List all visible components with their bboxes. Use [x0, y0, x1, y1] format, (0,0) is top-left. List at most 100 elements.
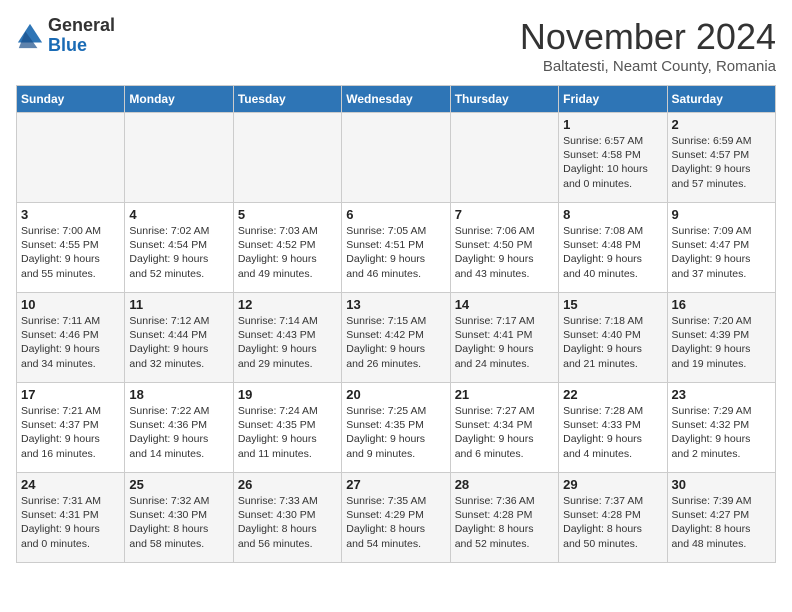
day-info: Sunrise: 7:22 AM Sunset: 4:36 PM Dayligh… [129, 404, 228, 461]
day-number: 28 [455, 477, 554, 492]
calendar-cell: 26 Sunrise: 7:33 AM Sunset: 4:30 PM Dayli… [233, 473, 341, 563]
calendar-cell: 10Sunrise: 7:11 AM Sunset: 4:46 PM Dayli… [17, 293, 125, 383]
page-header: General Blue November 2024 Baltatesti, N… [16, 16, 776, 75]
day-info: Sunrise: 6:57 AM Sunset: 4:58 PM Dayligh… [563, 134, 662, 191]
calendar-cell: 17 Sunrise: 7:21 AM Sunset: 4:37 PM Dayli… [17, 383, 125, 473]
calendar-cell: 4 Sunrise: 7:02 AM Sunset: 4:54 PM Daylig… [125, 203, 233, 293]
title-block: November 2024 Baltatesti, Neamt County, … [520, 16, 776, 75]
calendar-cell [17, 113, 125, 203]
day-info: Sunrise: 7:14 AM Sunset: 4:43 PM Dayligh… [238, 314, 337, 371]
calendar-week-3: 10Sunrise: 7:11 AM Sunset: 4:46 PM Dayli… [17, 293, 776, 383]
day-info: Sunrise: 7:37 AM Sunset: 4:28 PM Dayligh… [563, 494, 662, 551]
day-number: 6 [346, 207, 445, 222]
day-info: Sunrise: 7:17 AM Sunset: 4:41 PM Dayligh… [455, 314, 554, 371]
day-info: Sunrise: 7:06 AM Sunset: 4:50 PM Dayligh… [455, 224, 554, 281]
weekday-header-tuesday: Tuesday [233, 86, 341, 113]
day-info: Sunrise: 7:27 AM Sunset: 4:34 PM Dayligh… [455, 404, 554, 461]
day-number: 11 [129, 297, 228, 312]
calendar-cell: 16Sunrise: 7:20 AM Sunset: 4:39 PM Dayli… [667, 293, 775, 383]
day-number: 10 [21, 297, 120, 312]
calendar-cell: 25 Sunrise: 7:32 AM Sunset: 4:30 PM Dayli… [125, 473, 233, 563]
day-info: Sunrise: 7:25 AM Sunset: 4:35 PM Dayligh… [346, 404, 445, 461]
logo-icon [16, 22, 44, 50]
day-info: Sunrise: 7:21 AM Sunset: 4:37 PM Dayligh… [21, 404, 120, 461]
day-number: 14 [455, 297, 554, 312]
day-number: 5 [238, 207, 337, 222]
day-info: Sunrise: 7:03 AM Sunset: 4:52 PM Dayligh… [238, 224, 337, 281]
calendar-cell: 12 Sunrise: 7:14 AM Sunset: 4:43 PM Dayli… [233, 293, 341, 383]
calendar-header: SundayMondayTuesdayWednesdayThursdayFrid… [17, 86, 776, 113]
day-info: Sunrise: 6:59 AM Sunset: 4:57 PM Dayligh… [672, 134, 771, 191]
day-number: 26 [238, 477, 337, 492]
calendar-body: 1 Sunrise: 6:57 AM Sunset: 4:58 PM Daylig… [17, 113, 776, 563]
calendar-cell: 29 Sunrise: 7:37 AM Sunset: 4:28 PM Dayli… [559, 473, 667, 563]
day-number: 25 [129, 477, 228, 492]
day-number: 13 [346, 297, 445, 312]
day-info: Sunrise: 7:12 AM Sunset: 4:44 PM Dayligh… [129, 314, 228, 371]
day-info: Sunrise: 7:15 AM Sunset: 4:42 PM Dayligh… [346, 314, 445, 371]
day-number: 27 [346, 477, 445, 492]
calendar-cell: 7Sunrise: 7:06 AM Sunset: 4:50 PM Daylig… [450, 203, 558, 293]
calendar-table: SundayMondayTuesdayWednesdayThursdayFrid… [16, 85, 776, 563]
location: Baltatesti, Neamt County, Romania [520, 58, 776, 75]
day-number: 3 [21, 207, 120, 222]
day-number: 1 [563, 117, 662, 132]
month-title: November 2024 [520, 16, 776, 58]
calendar-cell: 6Sunrise: 7:05 AM Sunset: 4:51 PM Daylig… [342, 203, 450, 293]
calendar-cell: 8 Sunrise: 7:08 AM Sunset: 4:48 PM Daylig… [559, 203, 667, 293]
calendar-cell: 3 Sunrise: 7:00 AM Sunset: 4:55 PM Daylig… [17, 203, 125, 293]
weekday-row: SundayMondayTuesdayWednesdayThursdayFrid… [17, 86, 776, 113]
weekday-header-friday: Friday [559, 86, 667, 113]
day-number: 22 [563, 387, 662, 402]
day-number: 8 [563, 207, 662, 222]
calendar-week-5: 24 Sunrise: 7:31 AM Sunset: 4:31 PM Dayli… [17, 473, 776, 563]
calendar-cell [450, 113, 558, 203]
calendar-cell: 21 Sunrise: 7:27 AM Sunset: 4:34 PM Dayli… [450, 383, 558, 473]
weekday-header-saturday: Saturday [667, 86, 775, 113]
day-number: 29 [563, 477, 662, 492]
day-info: Sunrise: 7:36 AM Sunset: 4:28 PM Dayligh… [455, 494, 554, 551]
calendar-cell: 1 Sunrise: 6:57 AM Sunset: 4:58 PM Daylig… [559, 113, 667, 203]
calendar-cell: 28 Sunrise: 7:36 AM Sunset: 4:28 PM Dayli… [450, 473, 558, 563]
day-number: 17 [21, 387, 120, 402]
day-info: Sunrise: 7:08 AM Sunset: 4:48 PM Dayligh… [563, 224, 662, 281]
day-info: Sunrise: 7:00 AM Sunset: 4:55 PM Dayligh… [21, 224, 120, 281]
calendar-cell: 22 Sunrise: 7:28 AM Sunset: 4:33 PM Dayli… [559, 383, 667, 473]
logo: General Blue [16, 16, 115, 56]
day-info: Sunrise: 7:28 AM Sunset: 4:33 PM Dayligh… [563, 404, 662, 461]
day-number: 2 [672, 117, 771, 132]
day-info: Sunrise: 7:09 AM Sunset: 4:47 PM Dayligh… [672, 224, 771, 281]
day-number: 4 [129, 207, 228, 222]
calendar-cell: 14 Sunrise: 7:17 AM Sunset: 4:41 PM Dayli… [450, 293, 558, 383]
calendar-cell: 11 Sunrise: 7:12 AM Sunset: 4:44 PM Dayli… [125, 293, 233, 383]
weekday-header-monday: Monday [125, 86, 233, 113]
calendar-cell: 24 Sunrise: 7:31 AM Sunset: 4:31 PM Dayli… [17, 473, 125, 563]
calendar-cell [125, 113, 233, 203]
calendar-cell: 2 Sunrise: 6:59 AM Sunset: 4:57 PM Daylig… [667, 113, 775, 203]
calendar-cell [233, 113, 341, 203]
calendar-cell: 19Sunrise: 7:24 AM Sunset: 4:35 PM Dayli… [233, 383, 341, 473]
day-number: 24 [21, 477, 120, 492]
calendar-cell: 18Sunrise: 7:22 AM Sunset: 4:36 PM Dayli… [125, 383, 233, 473]
day-info: Sunrise: 7:31 AM Sunset: 4:31 PM Dayligh… [21, 494, 120, 551]
day-info: Sunrise: 7:18 AM Sunset: 4:40 PM Dayligh… [563, 314, 662, 371]
calendar-week-4: 17 Sunrise: 7:21 AM Sunset: 4:37 PM Dayli… [17, 383, 776, 473]
day-info: Sunrise: 7:02 AM Sunset: 4:54 PM Dayligh… [129, 224, 228, 281]
calendar-week-1: 1 Sunrise: 6:57 AM Sunset: 4:58 PM Daylig… [17, 113, 776, 203]
day-number: 12 [238, 297, 337, 312]
weekday-header-sunday: Sunday [17, 86, 125, 113]
day-number: 15 [563, 297, 662, 312]
day-number: 21 [455, 387, 554, 402]
day-info: Sunrise: 7:33 AM Sunset: 4:30 PM Dayligh… [238, 494, 337, 551]
calendar-cell: 20 Sunrise: 7:25 AM Sunset: 4:35 PM Dayli… [342, 383, 450, 473]
day-number: 30 [672, 477, 771, 492]
day-info: Sunrise: 7:29 AM Sunset: 4:32 PM Dayligh… [672, 404, 771, 461]
calendar-cell: 23Sunrise: 7:29 AM Sunset: 4:32 PM Dayli… [667, 383, 775, 473]
day-info: Sunrise: 7:32 AM Sunset: 4:30 PM Dayligh… [129, 494, 228, 551]
calendar-cell: 30Sunrise: 7:39 AM Sunset: 4:27 PM Dayli… [667, 473, 775, 563]
weekday-header-thursday: Thursday [450, 86, 558, 113]
calendar-week-2: 3 Sunrise: 7:00 AM Sunset: 4:55 PM Daylig… [17, 203, 776, 293]
logo-text: General Blue [48, 16, 115, 56]
calendar-cell: 15 Sunrise: 7:18 AM Sunset: 4:40 PM Dayli… [559, 293, 667, 383]
day-number: 20 [346, 387, 445, 402]
